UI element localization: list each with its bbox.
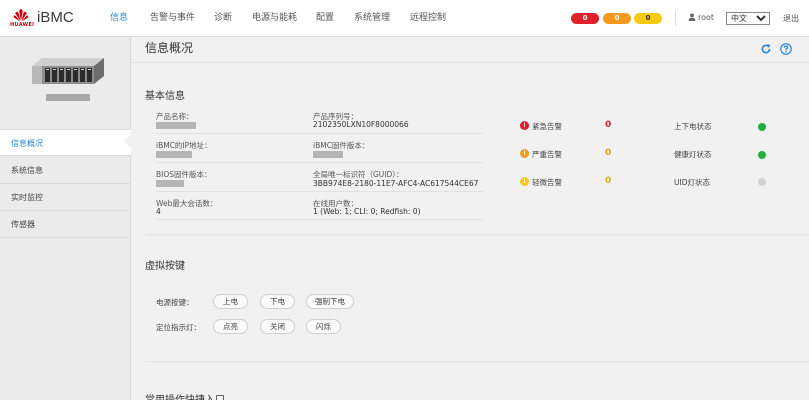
nav-item-system-management[interactable]: 系统管理 (354, 0, 410, 37)
user-icon (688, 13, 696, 21)
firmware-label: iBMC固件版本： (313, 141, 370, 150)
major-alarm-count[interactable]: 0 (605, 148, 611, 158)
bios-value-redacted (156, 180, 184, 187)
server-image (32, 58, 104, 84)
language-select[interactable]: 中文 (726, 12, 770, 25)
locator-led-label: 定位指示灯： (156, 323, 201, 332)
refresh-icon[interactable] (760, 43, 772, 55)
logout-link[interactable]: 退出 (783, 13, 799, 24)
health-led-indicator (758, 151, 766, 159)
guid-value: 3BB974E8-2180-11E7-AFC4-AC617544CE67 (313, 179, 479, 188)
sidebar-active-pointer (124, 134, 131, 148)
power-button-label: 电源按键： (156, 298, 194, 307)
product-name-value-redacted (156, 122, 196, 129)
nav-item-alarms-events[interactable]: 告警与事件 (150, 0, 214, 37)
minor-alarm-label: 轻微告警 (532, 178, 562, 187)
locator-on-button[interactable]: 点亮 (213, 319, 248, 334)
main-nav: 信息 告警与事件 诊断 电源与能耗 配置 系统管理 远程控制 (110, 0, 466, 37)
panel-divider (145, 361, 809, 364)
title-divider (131, 62, 809, 63)
health-led-label: 健康灯状态 (674, 150, 712, 159)
critical-alarm-count-badge[interactable]: 0 (571, 13, 599, 24)
header-divider (675, 11, 676, 26)
uid-led-label: UID灯状态 (674, 178, 710, 187)
sidebar-item-sensors[interactable]: 传感器 (0, 211, 131, 238)
locator-off-button[interactable]: 关闭 (260, 319, 295, 334)
row-divider (156, 133, 483, 134)
sidebar: 信息概况 系统信息 实时监控 传感器 (0, 37, 131, 400)
panel-divider (145, 234, 809, 237)
critical-alarm-count[interactable]: 0 (605, 120, 611, 130)
nav-item-remote-control[interactable]: 远程控制 (410, 0, 466, 37)
bios-label: BIOS固件版本： (156, 170, 212, 179)
serial-value: 2102350LXN10F8000066 (313, 120, 409, 129)
user-menu[interactable]: root (688, 13, 714, 22)
sessions-max-value: 4 (156, 207, 161, 216)
minor-alarm-count-badge[interactable]: 0 (634, 13, 662, 24)
page-title: 信息概况 (145, 41, 194, 55)
nav-item-diagnostics[interactable]: 诊断 (214, 0, 252, 37)
online-users-value: 1 (Web: 1; CLI: 0; Redfish: 0) (313, 207, 421, 216)
virtual-buttons-title: 虚拟按键 (145, 261, 185, 272)
product-name-label: 产品名称： (156, 112, 194, 121)
major-alarm-icon: ! (520, 149, 529, 158)
power-state-indicator (758, 123, 766, 131)
uid-led-indicator (758, 178, 766, 186)
sidebar-item-realtime-monitor[interactable]: 实时监控 (0, 184, 131, 211)
force-power-off-button[interactable]: 强制下电 (306, 294, 354, 309)
ip-value-redacted (156, 151, 192, 158)
brand-vendor: HUAWEI (10, 22, 35, 28)
huawei-logo[interactable]: HUAWEI iBMC (10, 8, 110, 30)
quick-entry-title: 常用操作快捷入口 (145, 391, 225, 400)
brand-product: iBMC (37, 9, 74, 26)
minor-alarm-icon: ! (520, 177, 529, 186)
nav-item-config[interactable]: 配置 (316, 0, 354, 37)
user-name: root (698, 13, 715, 22)
locator-blink-button[interactable]: 闪烁 (306, 319, 341, 334)
huawei-logo-icon (13, 9, 29, 22)
critical-alarm-icon: ! (520, 121, 529, 130)
sidebar-item-system-info[interactable]: 系统信息 (0, 157, 131, 184)
row-divider (156, 219, 483, 220)
power-off-button[interactable]: 下电 (260, 294, 295, 309)
help-icon[interactable] (780, 43, 792, 55)
top-bar: HUAWEI iBMC 信息 告警与事件 诊断 电源与能耗 配置 系统管理 远程… (0, 0, 809, 37)
power-state-label: 上下电状态 (674, 122, 712, 131)
basic-info-title: 基本信息 (145, 91, 185, 102)
major-alarm-count-badge[interactable]: 0 (603, 13, 631, 24)
minor-alarm-count[interactable]: 0 (605, 176, 611, 186)
nav-item-power-energy[interactable]: 电源与能耗 (252, 0, 316, 37)
nav-item-info[interactable]: 信息 (110, 0, 150, 37)
server-name-redacted (46, 94, 90, 101)
firmware-value-redacted (313, 151, 343, 158)
sessions-max-label: Web最大会话数： (156, 199, 218, 208)
major-alarm-label: 严重告警 (532, 150, 562, 159)
critical-alarm-label: 紧急告警 (532, 122, 562, 131)
sidebar-item-overview[interactable]: 信息概况 (0, 129, 131, 156)
row-divider (156, 162, 483, 163)
ip-label: iBMC的IP地址： (156, 141, 212, 150)
row-divider (156, 191, 483, 192)
power-on-button[interactable]: 上电 (213, 294, 248, 309)
